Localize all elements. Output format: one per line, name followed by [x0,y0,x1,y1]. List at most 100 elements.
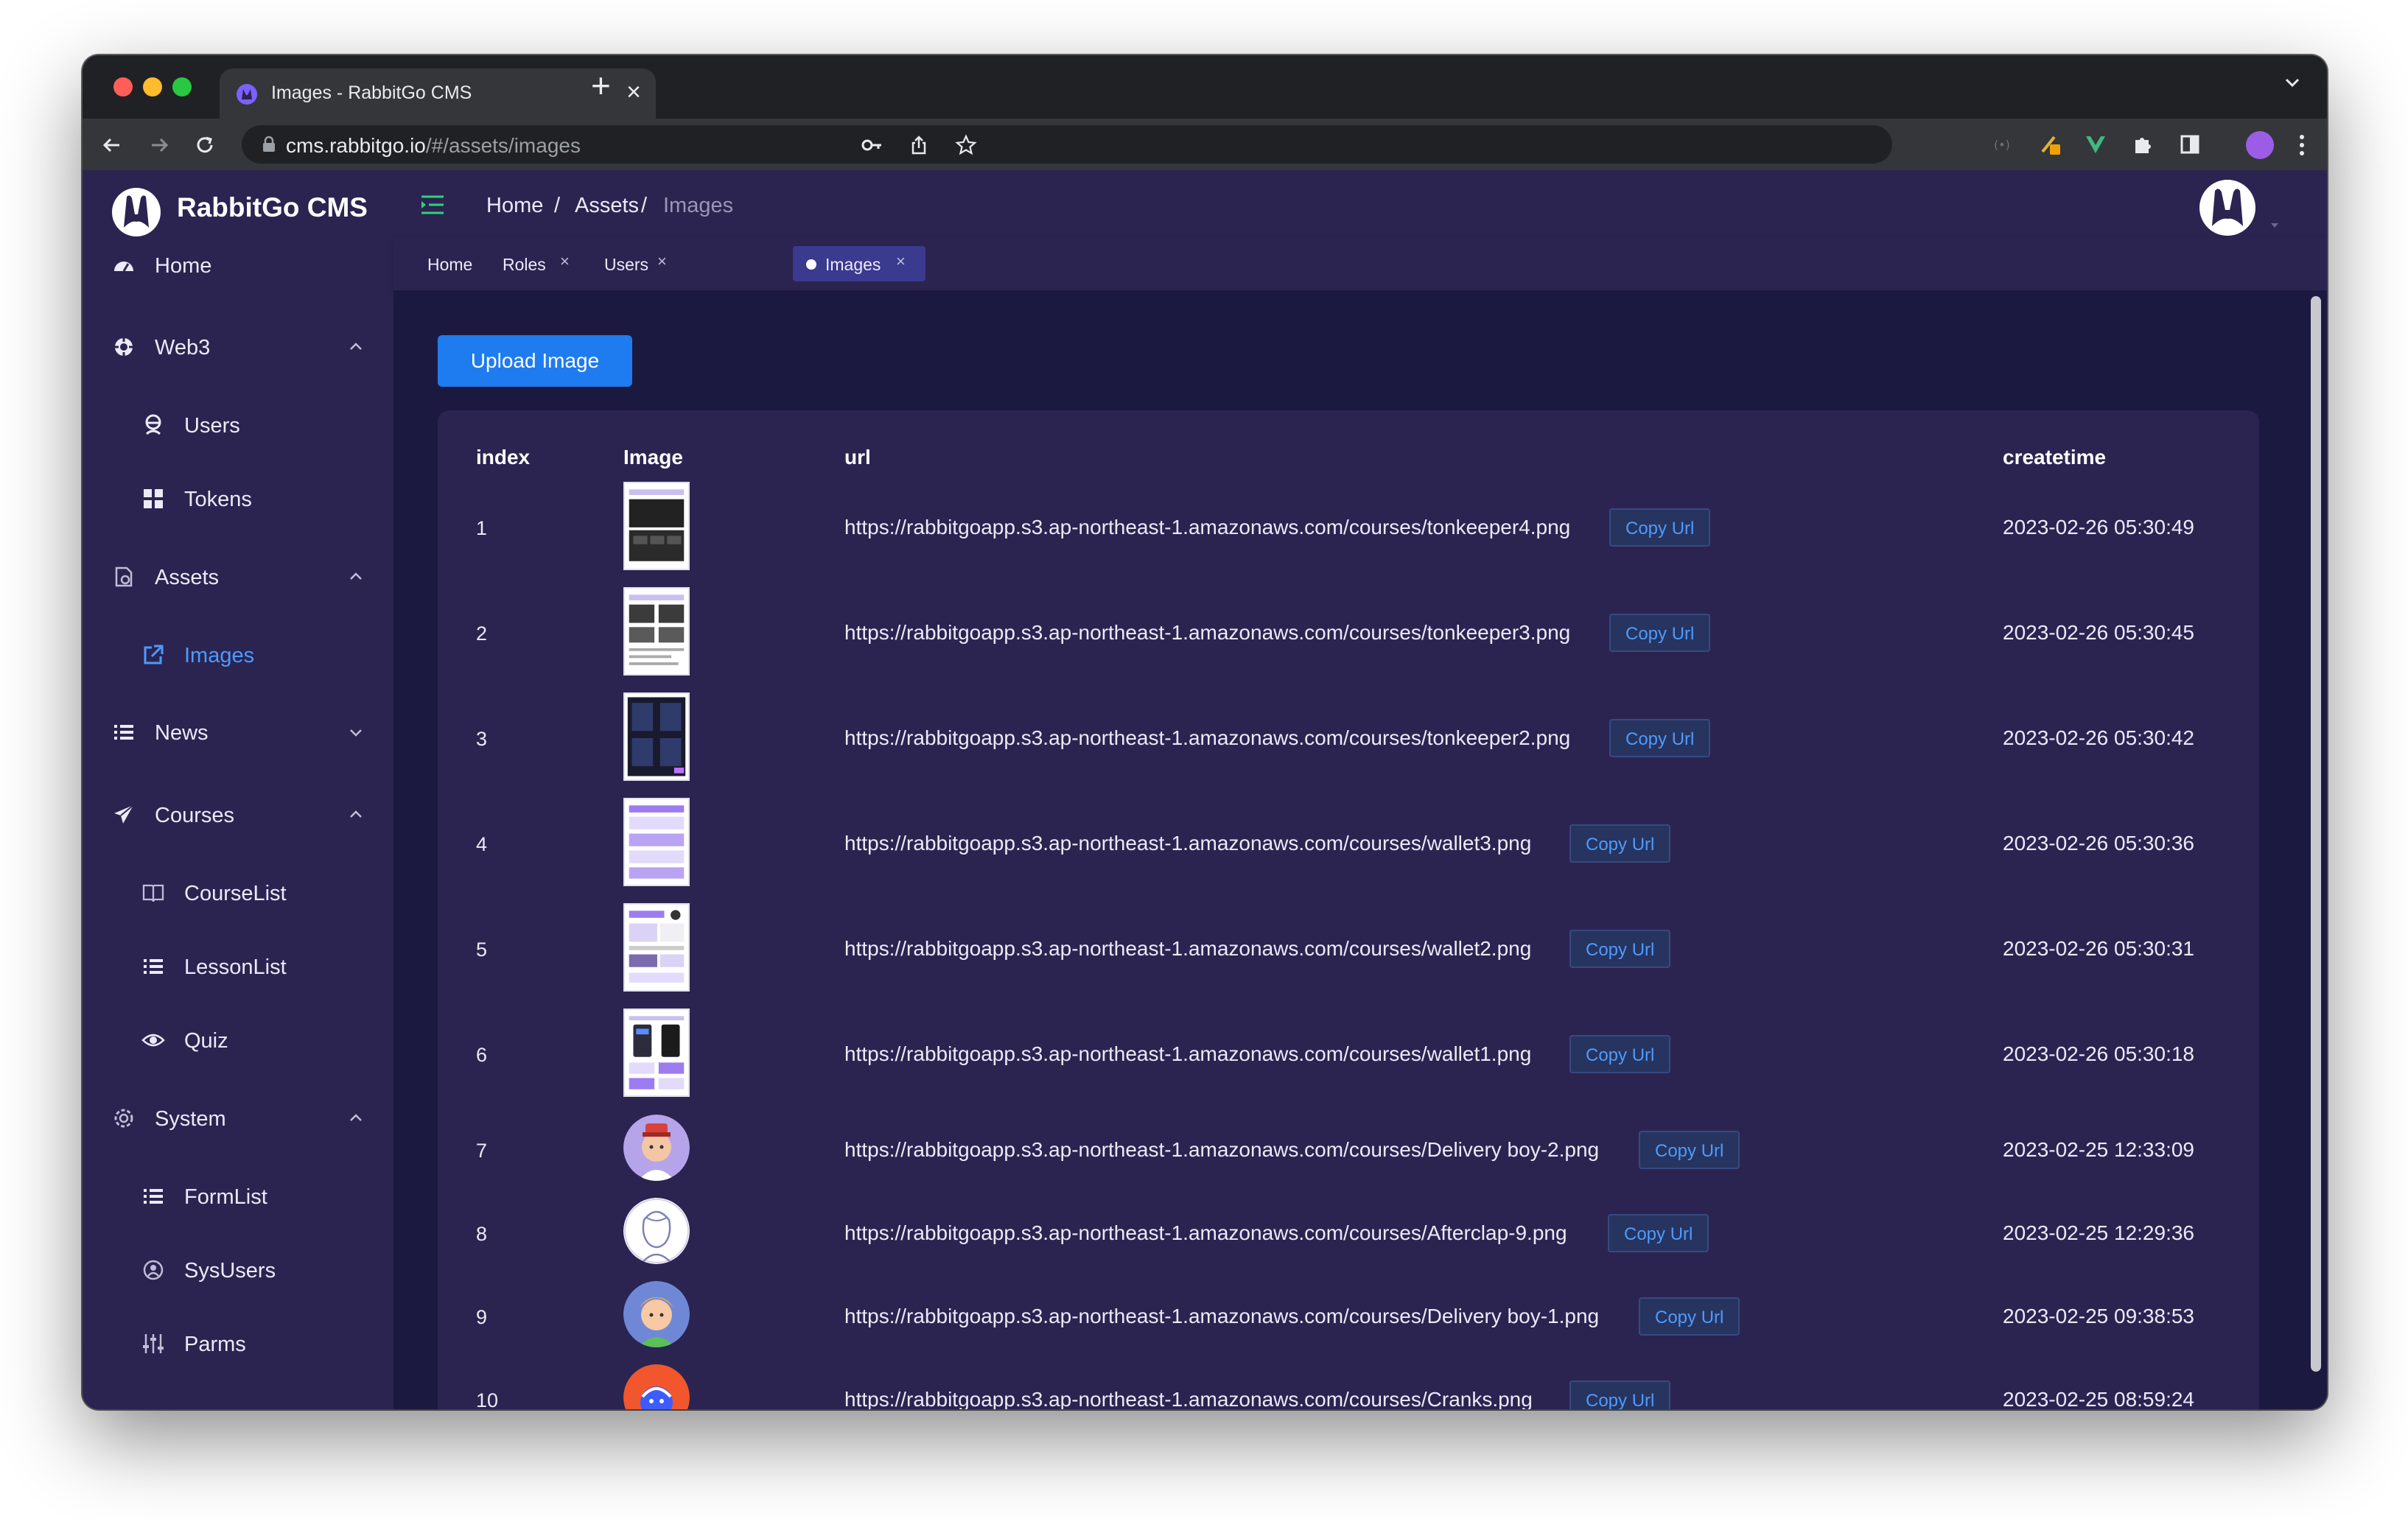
back-arrow-icon[interactable] [100,133,124,157]
sidebar-item-home[interactable]: Home [83,231,393,298]
share-icon[interactable] [908,134,930,156]
sidebar-item-parms[interactable]: Parms [83,1309,393,1377]
tag-users[interactable]: Users × [594,246,675,281]
chevron-down-icon[interactable] [2281,71,2303,94]
table-row: 8 https://rabbitgoapp.s3.ap-northeast-1.… [438,1196,2259,1273]
star-icon[interactable] [955,134,977,156]
avatar-illustration[interactable] [623,1198,690,1264]
user-avatar[interactable] [2199,179,2256,236]
extension-pen-icon[interactable] [2038,133,2062,156]
sidebar-item-users[interactable]: Users [83,390,393,458]
copy-url-button[interactable]: Copy Url [1569,930,1671,968]
rabbit-favicon-icon [237,84,257,105]
chevron-down-icon [350,729,362,737]
sidebar-item-label: System [155,1107,226,1131]
reload-icon[interactable] [193,133,217,157]
sidebar-item-label: FormList [184,1185,267,1209]
minimize-window-button[interactable] [143,77,162,97]
key-icon[interactable] [861,134,883,156]
row-url: https://rabbitgoapp.s3.ap-northeast-1.am… [844,1221,1567,1244]
copy-url-button[interactable]: Copy Url [1569,1381,1671,1409]
close-icon[interactable]: × [560,252,570,271]
tags-view: Home Roles × Users × Images × [393,239,2327,290]
table-row: 3 https://rabbitgoapp.s3.ap-northeast-1.… [438,691,2259,782]
sidebar-item-web3[interactable]: Web3 [83,312,393,380]
image-thumbnail[interactable] [623,798,690,886]
row-createtime: 2023-02-26 05:30:18 [2003,1042,2194,1065]
avatar-illustration[interactable] [623,1281,690,1347]
sidepanel-icon[interactable] [2178,133,2202,156]
table-row: 9 https://rabbitgoapp.s3.ap-northeast-1.… [438,1280,2259,1356]
sidebar-item-quiz[interactable]: Quiz [83,1006,393,1073]
close-tab-icon[interactable]: × [626,77,641,107]
sidebar-item-courselist[interactable]: CourseList [83,858,393,926]
upload-image-button[interactable]: Upload Image [438,335,632,387]
tag-roles[interactable]: Roles × [492,246,573,281]
copy-url-button[interactable]: Copy Url [1609,508,1711,547]
copy-url-button[interactable]: Copy Url [1609,614,1711,652]
table-row: 4 https://rabbitgoapp.s3.ap-northeast-1.… [438,796,2259,888]
cms-app: RabbitGo CMS Home Web3 Users Tokens Asse… [83,170,2327,1409]
user-circle-icon [143,1260,164,1280]
row-createtime: 2023-02-26 05:30:31 [2003,937,2194,960]
sidebar-item-label: Assets [155,566,220,589]
tag-home[interactable]: Home [417,246,476,281]
avatar-illustration[interactable] [623,1115,690,1181]
image-thumbnail[interactable] [623,587,690,676]
profile-avatar[interactable] [2246,131,2274,159]
copy-url-button[interactable]: Copy Url [1569,824,1671,863]
sidebar: RabbitGo CMS Home Web3 Users Tokens Asse… [83,170,393,1409]
sidebar-item-label: CourseList [184,882,287,905]
copy-url-button[interactable]: Copy Url [1609,719,1711,757]
new-tab-button[interactable]: + [591,67,611,104]
close-icon[interactable]: × [657,252,667,271]
breadcrumb-assets[interactable]: Assets [575,194,639,218]
brand-name: RabbitGo CMS [177,192,368,222]
forward-arrow-icon[interactable] [147,133,171,157]
image-thumbnail[interactable] [623,692,690,781]
column-header-url: url [844,446,871,469]
breadcrumb-separator: / [554,194,561,217]
sidebar-item-images[interactable]: Images [83,620,393,688]
menu-collapse-icon[interactable] [420,194,445,216]
sidebar-item-label: Web3 [155,336,211,359]
row-createtime: 2023-02-26 05:30:42 [2003,726,2194,749]
sidebar-item-sysusers[interactable]: SysUsers [83,1235,393,1303]
close-icon[interactable]: × [896,252,906,271]
page-scrollbar[interactable] [2311,296,2321,1372]
sidebar-item-system[interactable]: System [83,1084,393,1151]
copy-url-button[interactable]: Copy Url [1639,1131,1740,1169]
vue-devtools-icon[interactable] [2084,133,2107,156]
image-thumbnail[interactable] [623,903,690,992]
row-createtime: 2023-02-25 12:33:09 [2003,1138,2194,1161]
web3-icon [113,337,134,357]
sidebar-item-courses[interactable]: Courses [83,780,393,848]
sliders-icon [143,1334,164,1353]
sidebar-item-assets[interactable]: Assets [83,542,393,610]
avatar-illustration[interactable] [623,1364,690,1409]
image-thumbnail[interactable] [623,1008,690,1097]
row-createtime: 2023-02-26 05:30:49 [2003,516,2194,539]
sidebar-item-lessonlist[interactable]: LessonList [83,932,393,1000]
more-menu-icon[interactable] [2299,133,2305,157]
sidebar-item-tokens[interactable]: Tokens [83,464,393,532]
caret-down-icon[interactable] [2269,220,2280,231]
copy-url-button[interactable]: Copy Url [1608,1214,1709,1252]
maximize-window-button[interactable] [172,77,192,97]
sidebar-item-news[interactable]: News [83,698,393,765]
sidebar-item-formlist[interactable]: FormList [83,1162,393,1229]
close-window-button[interactable] [113,77,133,97]
column-header-createtime: createtime [2003,446,2107,469]
tag-images[interactable]: Images × [793,246,925,281]
row-url: https://rabbitgoapp.s3.ap-northeast-1.am… [844,1138,1600,1161]
image-thumbnail[interactable] [623,482,690,570]
puzzle-icon[interactable] [2131,133,2155,156]
url-text: cms.rabbitgo.io/#/assets/images [286,134,581,157]
row-createtime: 2023-02-25 12:29:36 [2003,1221,2194,1244]
copy-url-button[interactable]: Copy Url [1639,1297,1740,1336]
copy-url-button[interactable]: Copy Url [1569,1035,1671,1073]
breadcrumb-home[interactable]: Home [486,194,543,218]
extension-radio-icon[interactable]: (•) [1991,133,2015,156]
svg-text:(•): (•) [1994,138,2010,152]
address-bar[interactable]: cms.rabbitgo.io/#/assets/images [242,125,1892,164]
